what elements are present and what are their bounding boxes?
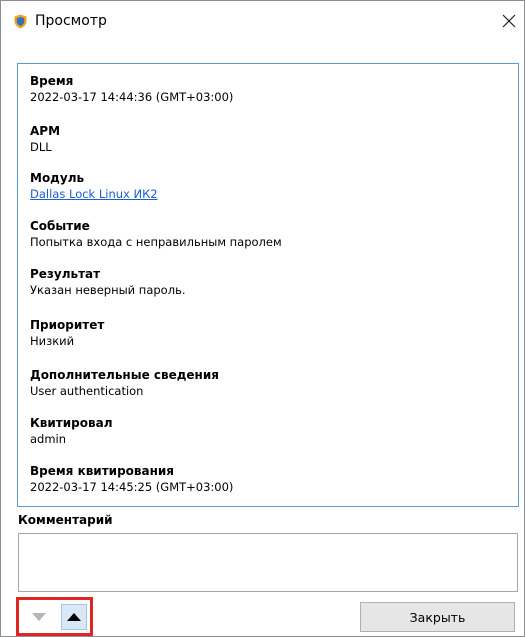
field-label: Время bbox=[30, 74, 74, 88]
field-workstation: АРМ DLL bbox=[30, 124, 60, 154]
field-event: Событие Попытка входа с неправильным пар… bbox=[30, 219, 282, 249]
view-dialog: Просмотр Время 2022-03-17 14:44:36 (GMT+… bbox=[0, 0, 525, 637]
field-value: Попытка входа с неправильным паролем bbox=[30, 235, 282, 249]
field-priority: Приоритет Низкий bbox=[30, 318, 104, 348]
field-acknowledge-time: Время квитирования 2022-03-17 14:45:25 (… bbox=[30, 464, 233, 494]
close-button[interactable]: Закрыть bbox=[360, 602, 515, 632]
field-value: DLL bbox=[30, 140, 52, 154]
field-acknowledged-by: Квитировал admin bbox=[30, 416, 113, 446]
field-value: 2022-03-17 14:44:36 (GMT+03:00) bbox=[30, 90, 234, 104]
comment-input[interactable] bbox=[18, 533, 518, 592]
field-value: Низкий bbox=[30, 334, 75, 348]
field-label: Приоритет bbox=[30, 318, 105, 332]
triangle-down-icon bbox=[32, 613, 46, 621]
field-result: Результат Указан неверный пароль. bbox=[30, 267, 186, 297]
field-value: User authentication bbox=[30, 384, 144, 398]
field-label: Время квитирования bbox=[30, 464, 175, 478]
window-title: Просмотр bbox=[35, 13, 107, 29]
field-label: Модуль bbox=[30, 171, 85, 185]
module-link[interactable]: Dallas Lock Linux ИК2 bbox=[30, 187, 158, 201]
close-window-icon[interactable] bbox=[495, 7, 523, 35]
title-bar: Просмотр bbox=[1, 1, 524, 41]
field-value: Указан неверный пароль. bbox=[30, 283, 186, 297]
field-module: Модуль Dallas Lock Linux ИК2 bbox=[30, 171, 158, 201]
event-details-panel: Время 2022-03-17 14:44:36 (GMT+03:00) АР… bbox=[17, 63, 519, 507]
triangle-up-icon bbox=[67, 613, 81, 621]
field-time: Время 2022-03-17 14:44:36 (GMT+03:00) bbox=[30, 74, 233, 104]
field-label: Квитировал bbox=[30, 416, 113, 430]
field-label: Событие bbox=[30, 219, 90, 233]
app-shield-icon bbox=[14, 14, 27, 29]
previous-record-button[interactable] bbox=[61, 604, 87, 630]
field-label: АРМ bbox=[30, 124, 61, 138]
next-record-button[interactable] bbox=[26, 604, 52, 630]
comment-label: Комментарий bbox=[18, 513, 113, 527]
field-value: 2022-03-17 14:45:25 (GMT+03:00) bbox=[30, 480, 234, 494]
field-label: Дополнительные сведения bbox=[30, 368, 219, 382]
field-label: Результат bbox=[30, 267, 101, 281]
field-additional-info: Дополнительные сведения User authenticat… bbox=[30, 368, 219, 398]
field-value: admin bbox=[30, 432, 67, 446]
